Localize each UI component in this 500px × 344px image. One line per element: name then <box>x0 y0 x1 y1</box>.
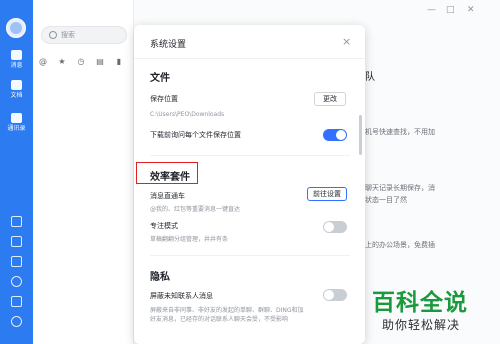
focus-mode-desc: 草稿翻翻分组管理，井井有条 <box>150 236 229 243</box>
bg-text: 聊天记录长期保存，消 <box>365 184 435 192</box>
block-unknown-desc: 屏蔽来自非同事、非好友的发起的单聊、群聊、DING和加 <box>150 307 304 314</box>
star-icon[interactable]: ★ <box>58 58 66 66</box>
settings-dialog: 系统设置 × 文件 保存位置 C:\Users\PEO\Downloads 更改… <box>134 25 365 344</box>
block-unknown-label: 屏蔽未知联系人消息 <box>150 292 213 300</box>
maximize-icon[interactable]: □ <box>446 5 455 15</box>
highlight-box <box>136 162 198 184</box>
sidebar-item-label: 消息 <box>10 62 23 69</box>
help-icon[interactable] <box>11 216 22 227</box>
sidebar-item-label: 文档 <box>10 92 23 99</box>
minimize-icon[interactable]: — <box>427 5 436 15</box>
change-location-button[interactable]: 更改 <box>314 92 346 106</box>
sidebar-item-contacts[interactable]: 通讯录 <box>0 113 33 132</box>
section-divider <box>150 155 350 156</box>
focus-mode-label: 专注模式 <box>150 222 178 230</box>
watermark-title: 百科全说 <box>372 290 468 316</box>
mail-icon[interactable] <box>11 296 22 307</box>
watermark-subtitle: 助你轻松解决 <box>382 318 461 332</box>
sidebar-item-messages[interactable]: 消息 <box>0 50 33 69</box>
toggle-knob <box>336 130 346 140</box>
toggle-knob <box>324 222 334 232</box>
clock-icon[interactable]: ◷ <box>77 58 85 66</box>
file-icon[interactable]: ▤ <box>96 58 104 66</box>
conversation-pane <box>33 0 133 344</box>
dialog-scrollbar[interactable] <box>359 115 362 155</box>
block-unknown-toggle[interactable] <box>323 289 347 301</box>
block-unknown-desc: 好友消息，已经存的对话联系人聊天会受，不受影响 <box>150 316 289 323</box>
ask-location-toggle[interactable] <box>323 129 347 141</box>
title-divider <box>134 58 365 59</box>
doc-icon[interactable]: ▮ <box>115 58 123 66</box>
section-heading-files: 文件 <box>150 73 170 84</box>
search-icon <box>49 31 57 39</box>
phone-icon[interactable] <box>11 276 22 287</box>
chat-icon <box>11 50 22 60</box>
focus-mode-toggle[interactable] <box>323 221 347 233</box>
window-close-icon[interactable]: ✕ <box>467 5 475 15</box>
sidebar-item-docs[interactable]: 文档 <box>0 80 33 99</box>
message-express-desc: @我的、红包等重要消息一键直达 <box>150 206 241 213</box>
go-settings-button[interactable]: 前往设置 <box>307 187 347 201</box>
avatar[interactable] <box>6 18 26 38</box>
save-location-path: C:\Users\PEO\Downloads <box>150 111 225 118</box>
search-placeholder: 搜索 <box>61 31 75 39</box>
sidebar-item-label: 通讯录 <box>7 125 26 132</box>
app-sidebar: 消息 文档 通讯录 <box>0 0 33 344</box>
message-express-label: 消息直通车 <box>150 192 185 200</box>
bg-text: 上的办公场景，免费插 <box>365 241 435 249</box>
section-divider <box>150 255 350 256</box>
toggle-knob <box>324 290 334 300</box>
save-location-label: 保存位置 <box>150 95 178 103</box>
document-icon <box>11 80 22 90</box>
at-icon[interactable]: @ <box>39 58 47 66</box>
lightning-icon[interactable] <box>11 256 22 267</box>
search-input[interactable]: 搜索 <box>41 26 127 44</box>
bg-title-fragment: 队 <box>365 72 375 83</box>
close-icon[interactable]: × <box>342 35 351 48</box>
bg-text: 机号快速查找，不用加 <box>365 128 435 136</box>
settings-icon[interactable] <box>11 316 22 327</box>
ask-location-label: 下载前询问每个文件保存位置 <box>150 131 241 139</box>
bg-text: 状态一目了然 <box>365 196 407 204</box>
todo-icon[interactable] <box>11 236 22 247</box>
section-heading-privacy: 隐私 <box>150 272 170 283</box>
dialog-title: 系统设置 <box>150 40 187 50</box>
contacts-icon <box>11 113 22 123</box>
